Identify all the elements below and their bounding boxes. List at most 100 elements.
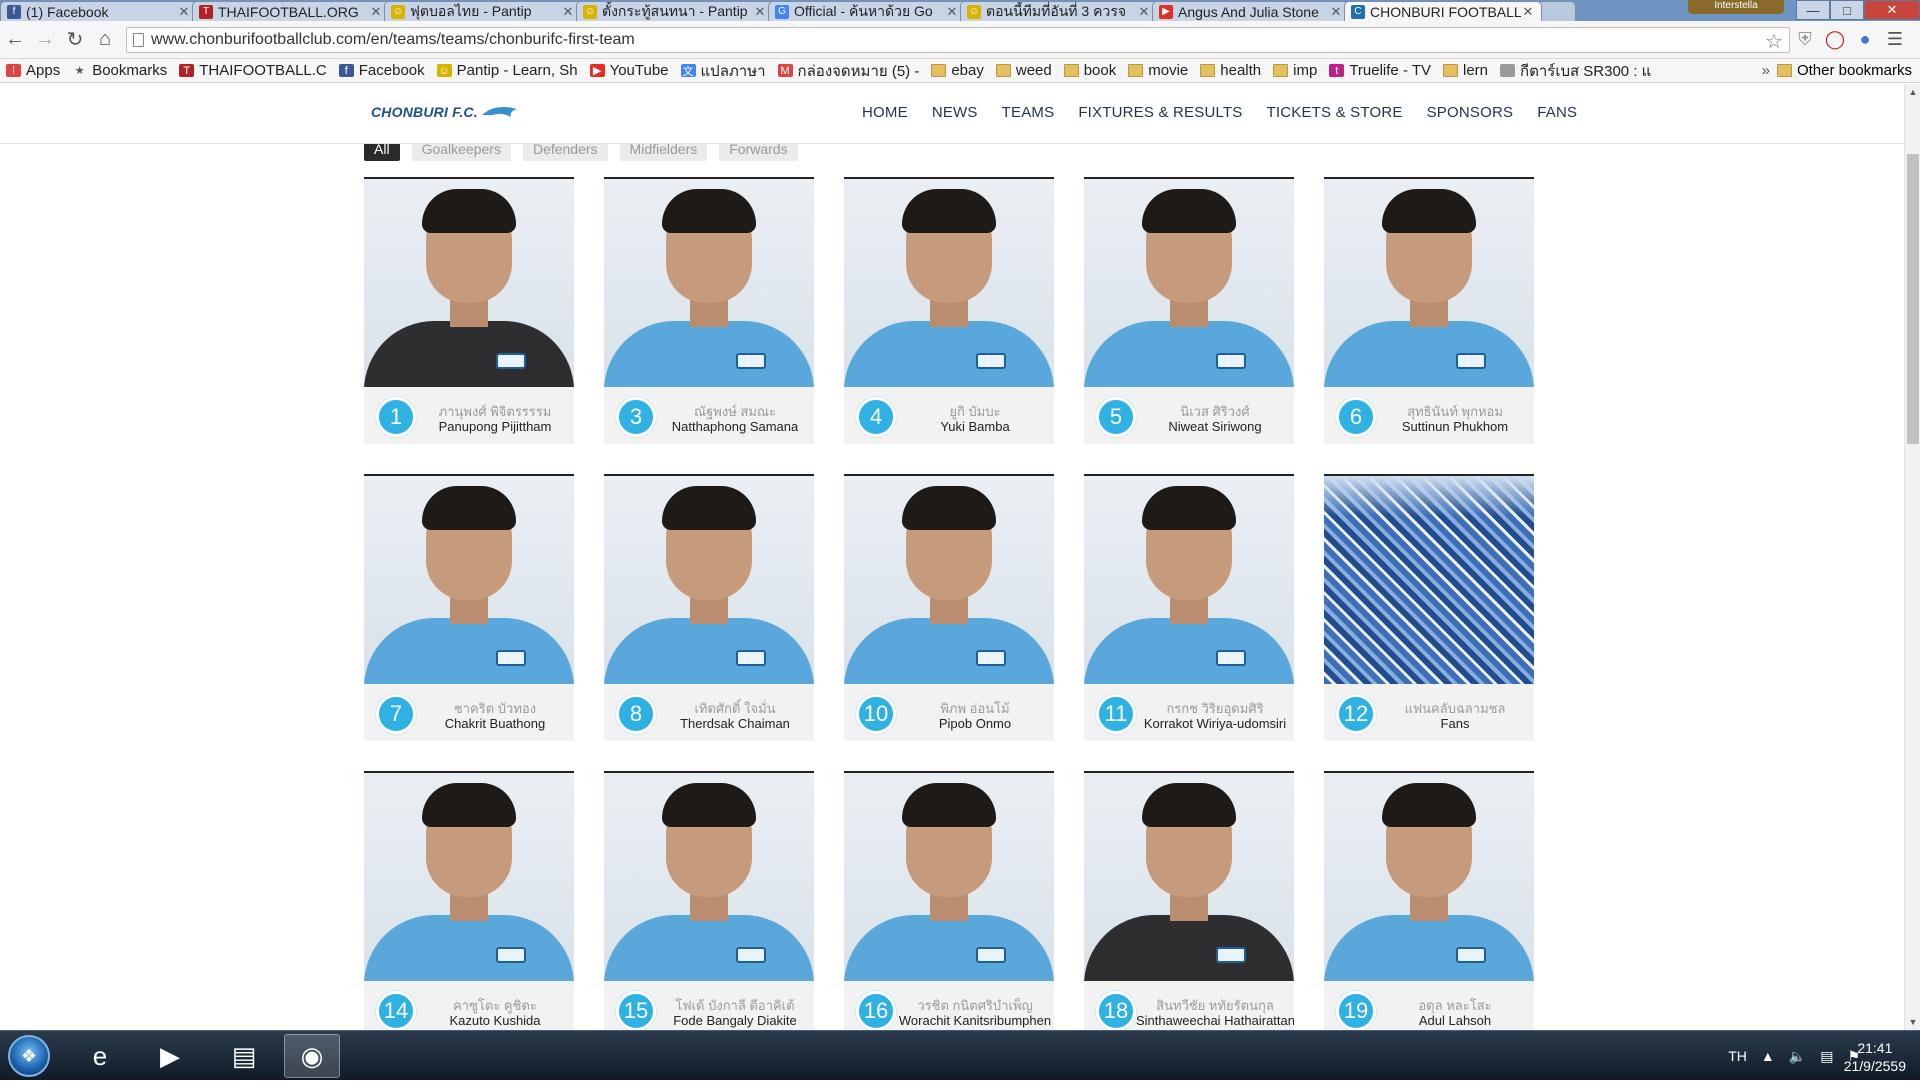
bookmark-item[interactable]: ★ Bookmarks xyxy=(72,62,167,79)
media-player-icon[interactable]: ▶ xyxy=(142,1034,198,1078)
player-card[interactable]: 15 โฟเด้ บังกาลี ดีอาคิเต้ Fode Bangaly Di… xyxy=(604,771,814,1030)
back-icon[interactable]: ← xyxy=(0,25,30,55)
close-tab-icon[interactable]: ✕ xyxy=(1521,4,1535,20)
opera-extension-icon[interactable]: ◯ xyxy=(1820,27,1850,53)
system-clock[interactable]: 21:41 21/9/2559 xyxy=(1844,1039,1906,1075)
browser-tab[interactable]: G Official - ค้นหาด้วย Go ✕ xyxy=(768,1,966,21)
player-photo[interactable] xyxy=(364,474,574,684)
extension-shield-icon[interactable]: ⛨ xyxy=(1790,27,1820,53)
browser-tab[interactable]: ☺ ตั้งกระทู้สนทนา - Pantip ✕ xyxy=(576,1,774,21)
browser-tab[interactable]: ▶ Angus And Julia Stone ✕ xyxy=(1152,1,1350,21)
bookmark-item[interactable]: ☺ Pantip - Learn, Sh xyxy=(436,62,578,79)
player-photo[interactable] xyxy=(1084,474,1294,684)
new-tab-button[interactable] xyxy=(1536,1,1576,21)
bookmark-item[interactable]: 文 แปลภาษา xyxy=(680,59,766,82)
nav-item-sponsors[interactable]: SPONSORS xyxy=(1427,104,1514,121)
player-card[interactable]: 4 ยูกิ บัมบะ Yuki Bamba xyxy=(844,177,1054,444)
minimize-button[interactable]: — xyxy=(1796,0,1830,20)
show-hidden-icons-icon[interactable]: ▲ xyxy=(1761,1048,1775,1064)
nav-item-tickets-store[interactable]: TICKETS & STORE xyxy=(1267,104,1403,121)
page-scrollbar[interactable]: ▲ ▼ xyxy=(1904,84,1920,1030)
player-photo[interactable] xyxy=(1084,177,1294,387)
bookmark-star-icon[interactable]: ☆ xyxy=(1765,29,1783,54)
close-tab-icon[interactable]: ✕ xyxy=(561,4,575,20)
bookmark-item[interactable]: กีตาร์เบส SR300 : แ xyxy=(1500,59,1651,82)
player-photo[interactable] xyxy=(844,474,1054,684)
browser-tab[interactable]: f (1) Facebook ✕ xyxy=(0,1,198,21)
bookmark-item[interactable]: ⁞ Apps xyxy=(6,62,60,79)
home-icon[interactable]: ⌂ xyxy=(90,25,120,55)
browser-tab[interactable]: ☺ ฟุตบอลไทย - Pantip ✕ xyxy=(384,1,582,21)
nav-item-fans[interactable]: FANS xyxy=(1537,104,1577,121)
other-bookmarks[interactable]: Other bookmarks xyxy=(1776,62,1912,79)
ie-icon[interactable]: e xyxy=(72,1034,128,1078)
chrome-menu-icon[interactable]: ☰ xyxy=(1880,27,1910,53)
reload-icon[interactable]: ↻ xyxy=(60,25,90,55)
more-bookmarks-chevron-icon[interactable]: » xyxy=(1762,62,1770,79)
player-photo[interactable] xyxy=(604,771,814,981)
bookmark-item[interactable]: lern xyxy=(1443,62,1488,79)
player-photo[interactable] xyxy=(1324,177,1534,387)
bookmark-item[interactable]: M กล่องจดหมาย (5) - xyxy=(777,59,919,82)
start-button[interactable]: ❖ xyxy=(8,1035,50,1077)
player-card[interactable]: 7 ชาคริต บัวทอง Chakrit Buathong xyxy=(364,474,574,741)
player-card[interactable]: 5 นิเวส ศิริวงศ์ Niweat Siriwong xyxy=(1084,177,1294,444)
player-card[interactable]: 1 ภานุพงศ์ พิจิตรรรรม Panupong Pijittham xyxy=(364,177,574,444)
player-card[interactable]: 8 เทิดศักดิ์ ใจมั่น Therdsak Chaiman xyxy=(604,474,814,741)
player-photo[interactable] xyxy=(1324,474,1534,684)
player-photo[interactable] xyxy=(364,771,574,981)
close-tab-icon[interactable]: ✕ xyxy=(369,4,383,20)
player-photo[interactable] xyxy=(364,177,574,387)
bookmark-item[interactable]: book xyxy=(1063,62,1116,79)
bookmark-item[interactable]: ▶ YouTube xyxy=(589,62,669,79)
scroll-up-icon[interactable]: ▲ xyxy=(1905,84,1920,100)
player-photo[interactable] xyxy=(1324,771,1534,981)
file-explorer-icon[interactable]: ▤ xyxy=(216,1034,272,1078)
chrome-icon[interactable]: ◉ xyxy=(284,1034,340,1078)
bookmark-item[interactable]: f Facebook xyxy=(338,62,425,79)
close-tab-icon[interactable]: ✕ xyxy=(177,4,191,20)
nav-item-home[interactable]: HOME xyxy=(862,104,908,121)
player-card[interactable]: 19 อดุล หละโสะ Adul Lahsoh xyxy=(1324,771,1534,1030)
player-card[interactable]: 3 ณัฐพงษ์ สมณะ Natthaphong Samana xyxy=(604,177,814,444)
bookmark-item[interactable]: imp xyxy=(1273,62,1317,79)
profile-badge[interactable]: Interstella xyxy=(1688,0,1784,14)
close-tab-icon[interactable]: ✕ xyxy=(1137,4,1151,20)
club-logo[interactable]: CHONBURI F.C. xyxy=(371,104,519,120)
browser-tab[interactable]: T THAIFOOTBALL.ORG ✕ xyxy=(192,1,390,21)
browser-tab[interactable]: ☺ ตอนนี้ทีมที่อันที่ 3 ควรจ ✕ xyxy=(960,1,1158,21)
scrollbar-thumb[interactable] xyxy=(1907,154,1919,444)
close-tab-icon[interactable]: ✕ xyxy=(1329,4,1343,20)
nav-item-news[interactable]: NEWS xyxy=(932,104,978,121)
bookmark-item[interactable]: T THAIFOOTBALL.C xyxy=(179,62,327,79)
player-photo[interactable] xyxy=(604,474,814,684)
player-card[interactable]: 10 พิภพ อ่อนโม้ Pipob Onmo xyxy=(844,474,1054,741)
microphone-icon[interactable]: ● xyxy=(1850,27,1880,53)
volume-icon[interactable]: 🔈 xyxy=(1789,1048,1806,1065)
network-icon[interactable]: ▤ xyxy=(1820,1048,1833,1065)
player-card[interactable]: 11 กรกช วิริยอุดมศิริ Korrakot Wiriya-udom… xyxy=(1084,474,1294,741)
bookmark-item[interactable]: ebay xyxy=(931,62,984,79)
close-tab-icon[interactable]: ✕ xyxy=(753,4,767,20)
bookmark-item[interactable]: weed xyxy=(995,62,1052,79)
nav-item-teams[interactable]: TEAMS xyxy=(1002,104,1055,121)
nav-item-fixtures-results[interactable]: FIXTURES & RESULTS xyxy=(1078,104,1242,121)
player-card[interactable]: 12 แฟนคลับฉลามชล Fans xyxy=(1324,474,1534,741)
bookmark-item[interactable]: movie xyxy=(1128,62,1188,79)
close-tab-icon[interactable]: ✕ xyxy=(945,4,959,20)
scroll-down-icon[interactable]: ▼ xyxy=(1905,1014,1920,1030)
browser-tab[interactable]: C CHONBURI FOOTBALL ✕ xyxy=(1344,1,1542,21)
player-card[interactable]: 14 คาซูโตะ คูชิดะ Kazuto Kushida xyxy=(364,771,574,1030)
player-photo[interactable] xyxy=(844,177,1054,387)
player-card[interactable]: 16 วรชิต กนิตศริบำเพ็ญ Worachit Kanitsribu… xyxy=(844,771,1054,1030)
language-indicator[interactable]: TH xyxy=(1728,1048,1747,1064)
player-photo[interactable] xyxy=(1084,771,1294,981)
maximize-button[interactable]: □ xyxy=(1830,0,1864,20)
bookmark-item[interactable]: t Truelife - TV xyxy=(1329,62,1431,79)
address-bar[interactable]: www.chonburifootballclub.com/en/teams/te… xyxy=(126,26,1790,54)
player-card[interactable]: 18 สินทวีชัย หทัยรัตนกุล Sinthaweechai Hat… xyxy=(1084,771,1294,1030)
bookmark-item[interactable]: health xyxy=(1200,62,1261,79)
forward-icon[interactable]: → xyxy=(30,25,60,55)
close-window-button[interactable]: ✕ xyxy=(1864,0,1920,20)
player-photo[interactable] xyxy=(604,177,814,387)
